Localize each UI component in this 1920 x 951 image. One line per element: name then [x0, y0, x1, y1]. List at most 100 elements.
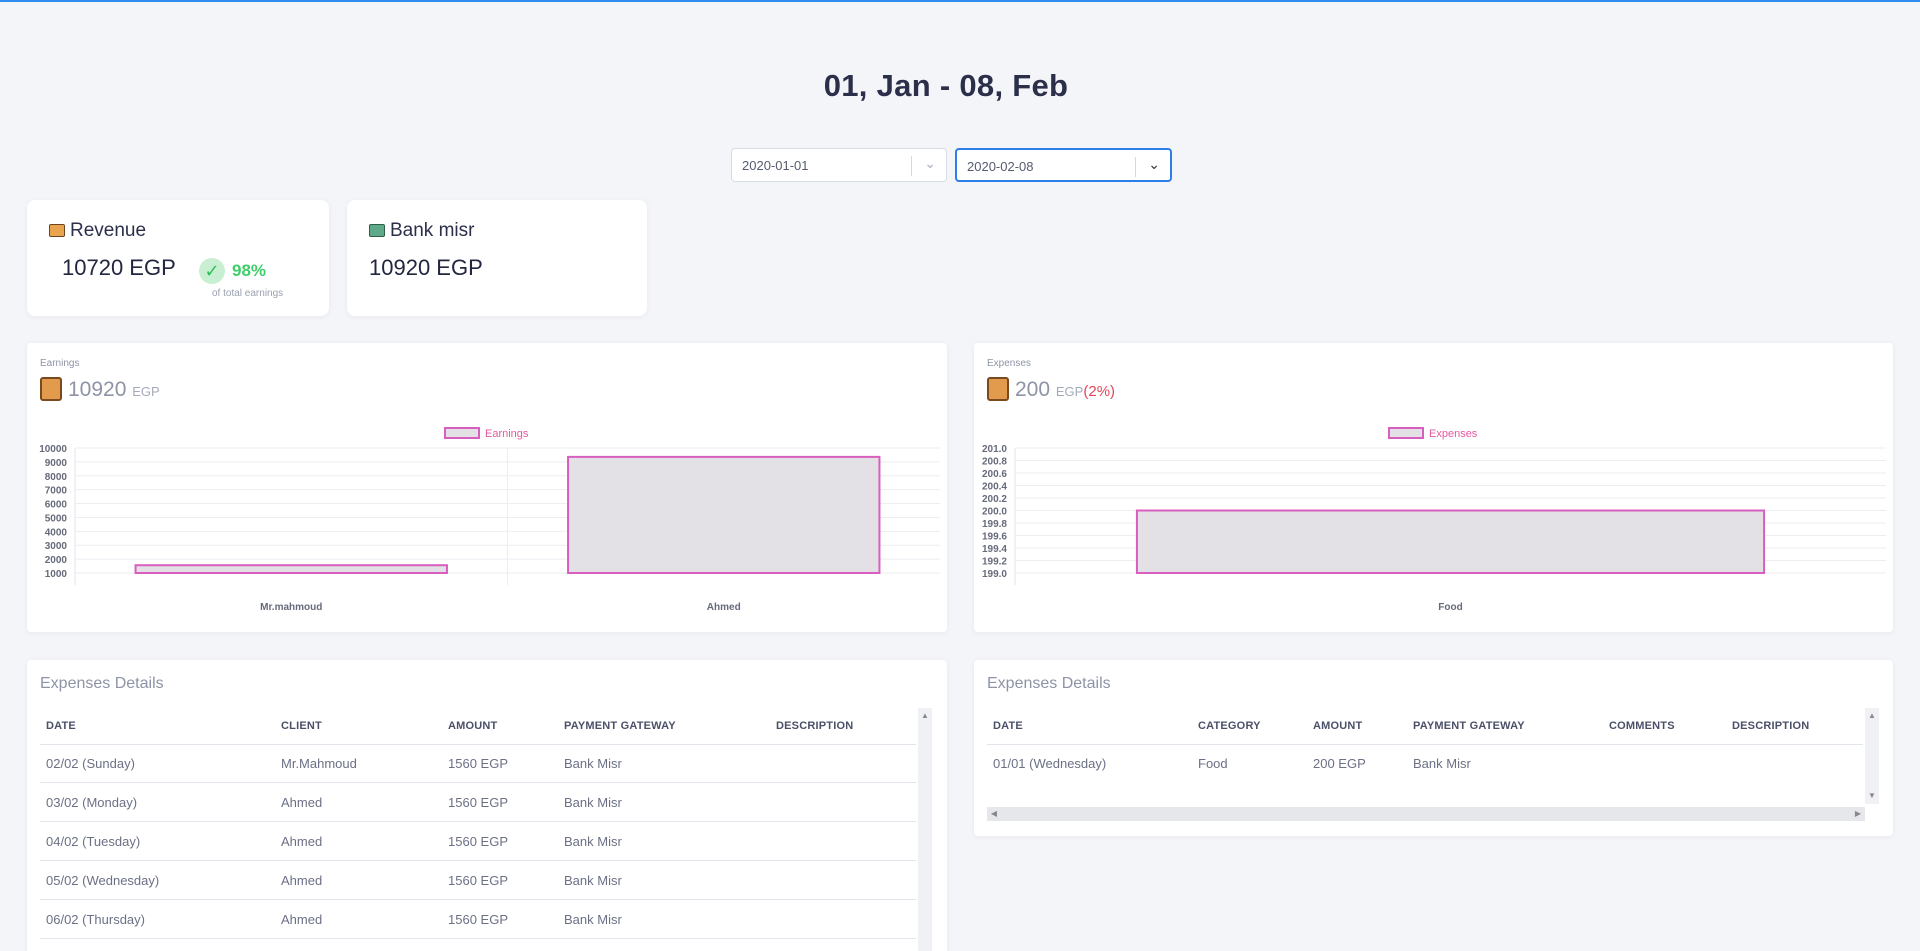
cell-date: 04/02 (Tuesday): [46, 834, 141, 849]
cell-amount: 200 EGP: [1313, 756, 1366, 771]
cell-client: Ahmed: [281, 873, 323, 888]
wallet-icon: [987, 377, 1009, 401]
revenue-card: Revenue 10720 EGP ✓ 98% of total earning…: [27, 200, 329, 316]
cell-date: 05/02 (Wednesday): [46, 873, 160, 888]
wallet-icon: [40, 377, 62, 401]
legend-label: Earnings: [485, 428, 529, 440]
cell-amount: 1560 EGP: [448, 873, 508, 888]
scroll-left-icon[interactable]: ◀: [987, 809, 1001, 818]
cell-client: Ahmed: [281, 912, 323, 927]
expenses-label: Expenses: [987, 358, 1031, 369]
top-accent-line: [0, 0, 1920, 2]
vertical-scrollbar[interactable]: [918, 708, 932, 951]
bar[interactable]: [134, 564, 448, 574]
select-separator: [1135, 157, 1136, 177]
row-divider: [40, 860, 916, 861]
select-separator: [911, 156, 912, 176]
y-tick-label: 200.6: [982, 469, 1007, 480]
y-tick-label: 5000: [45, 513, 68, 524]
cell-amount: 1560 EGP: [448, 756, 508, 771]
bank-label: Bank misr: [390, 220, 475, 241]
y-tick-label: 8000: [45, 472, 68, 483]
revenue-percent-caption: of total earnings: [212, 288, 284, 299]
table-title: Expenses Details: [987, 675, 1111, 692]
revenue-label: Revenue: [70, 220, 147, 241]
y-tick-label: 199.6: [982, 532, 1007, 543]
cell-gateway: Bank Misr: [564, 834, 622, 849]
wallet-icon: [49, 224, 65, 237]
y-tick-label: 199.0: [982, 569, 1007, 580]
scroll-right-icon[interactable]: ▶: [1851, 809, 1865, 818]
x-tick-label: Food: [1438, 602, 1462, 613]
bank-title: Bank misr: [369, 220, 474, 242]
y-tick-label: 9000: [45, 458, 68, 469]
earnings-label: Earnings: [40, 358, 80, 369]
earnings-details-panel: Expenses Details DATE CLIENT AMOUNT PAYM…: [27, 660, 947, 951]
page-title: 01, Jan - 08, Feb: [823, 68, 1069, 103]
horizontal-scrollbar[interactable]: [987, 807, 1865, 821]
y-tick-label: 200.8: [982, 457, 1007, 468]
row-divider: [40, 938, 916, 939]
to-date-select[interactable]: 2020-02-08 ⌄: [955, 148, 1172, 182]
cell-gateway: Bank Misr: [564, 795, 622, 810]
revenue-percent: 98%: [232, 261, 267, 280]
cell-gateway: Bank Misr: [1413, 756, 1471, 771]
y-tick-label: 3000: [45, 541, 68, 552]
column-header: PAYMENT GATEWAY: [564, 720, 676, 732]
column-header: CLIENT: [281, 720, 322, 732]
y-tick-label: 4000: [45, 527, 68, 538]
column-header: CATEGORY: [1198, 720, 1261, 732]
column-header: AMOUNT: [1313, 720, 1363, 732]
cell-client: Ahmed: [281, 834, 323, 849]
legend-swatch: [1388, 427, 1424, 439]
scroll-up-icon[interactable]: ▲: [918, 711, 932, 720]
header-divider: [987, 744, 1863, 745]
y-tick-label: 200.0: [982, 507, 1007, 518]
bar[interactable]: [1135, 509, 1766, 574]
scroll-down-icon[interactable]: ▼: [1865, 791, 1879, 800]
y-tick-label: 1000: [45, 569, 68, 580]
cell-amount: 1560 EGP: [448, 834, 508, 849]
column-header: DESCRIPTION: [776, 720, 854, 732]
y-tick-label: 199.2: [982, 557, 1007, 568]
bar[interactable]: [567, 455, 881, 575]
x-tick-label: Ahmed: [707, 602, 741, 613]
legend-label: Expenses: [1429, 428, 1478, 440]
chevron-down-icon[interactable]: ⌄: [924, 155, 936, 172]
earnings-total-value: 10920: [68, 378, 127, 401]
expenses-legend: Expenses: [1388, 427, 1477, 440]
vertical-scrollbar[interactable]: [1865, 708, 1879, 804]
row-divider: [40, 821, 916, 822]
expenses-total: 200 EGP(2%): [987, 377, 1115, 402]
column-header: COMMENTS: [1609, 720, 1675, 732]
table-title: Expenses Details: [40, 675, 164, 692]
cell-gateway: Bank Misr: [564, 756, 622, 771]
y-tick-label: 199.4: [982, 544, 1007, 555]
cell-client: Ahmed: [281, 795, 323, 810]
column-header: PAYMENT GATEWAY: [1413, 720, 1525, 732]
bank-card: Bank misr 10920 EGP: [347, 200, 647, 316]
y-tick-label: 10000: [39, 444, 67, 455]
bank-value: 10920 EGP: [369, 255, 483, 280]
cell-client: Mr.Mahmoud: [281, 756, 357, 771]
from-date-select[interactable]: 2020-01-01 ⌄: [731, 148, 947, 182]
legend-swatch: [444, 427, 480, 439]
earnings-total: 10920 EGP: [40, 377, 160, 402]
column-header: DATE: [993, 720, 1023, 732]
cell-date: 06/02 (Thursday): [46, 912, 145, 927]
earnings-legend: Earnings: [444, 427, 528, 440]
column-header: DATE: [46, 720, 76, 732]
column-header: DESCRIPTION: [1732, 720, 1810, 732]
y-tick-label: 6000: [45, 500, 68, 511]
revenue-title: Revenue: [49, 220, 146, 242]
banknote-icon: [369, 224, 385, 237]
chevron-down-icon[interactable]: ⌄: [1148, 156, 1160, 173]
header-divider: [40, 744, 916, 745]
earnings-unit: EGP: [132, 384, 160, 399]
cell-date: 01/01 (Wednesday): [993, 756, 1107, 771]
y-tick-label: 199.8: [982, 519, 1007, 530]
scroll-up-icon[interactable]: ▲: [1865, 711, 1879, 720]
expenses-total-value: 200: [1015, 378, 1051, 401]
cell-gateway: Bank Misr: [564, 873, 622, 888]
column-header: AMOUNT: [448, 720, 498, 732]
